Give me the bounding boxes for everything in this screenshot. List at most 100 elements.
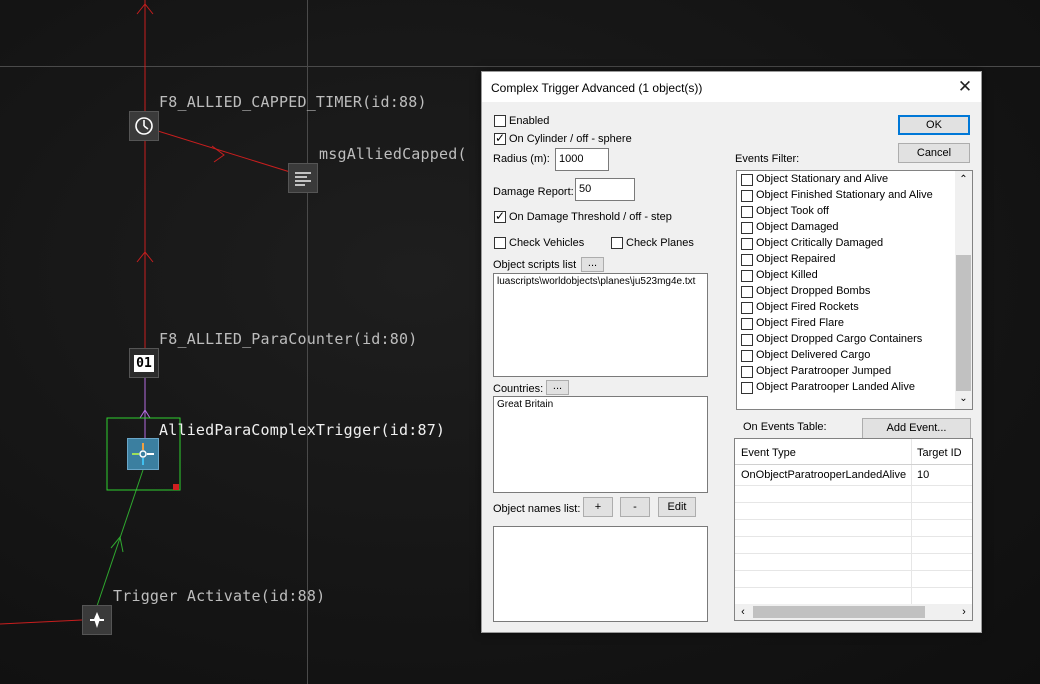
- event-filter-checkbox[interactable]: [741, 382, 753, 394]
- check-vehicles-label: Check Vehicles: [509, 237, 585, 249]
- node-label-counter: F8_ALLIED_ParaCounter(id:80): [159, 330, 418, 348]
- countries-list[interactable]: Great Britain: [493, 396, 708, 493]
- event-filter-label: Object Fired Rockets: [756, 301, 859, 313]
- event-filter-label: Object Critically Damaged: [756, 237, 884, 249]
- names-label: Object names list:: [493, 503, 581, 515]
- scripts-list[interactable]: luascripts\worldobjects\planes\ju523mg4e…: [493, 273, 708, 377]
- row-divider: [735, 502, 972, 503]
- dialog-titlebar[interactable]: Complex Trigger Advanced (1 object(s)) ✕: [482, 72, 981, 102]
- scripts-browse-button[interactable]: ...: [581, 257, 604, 272]
- scripts-label: Object scripts list: [493, 259, 577, 271]
- on-cylinder-checkbox[interactable]: [494, 131, 506, 145]
- node-label-trigger-activate: Trigger Activate(id:88): [113, 587, 326, 605]
- damage-threshold-label: On Damage Threshold / off - step: [509, 211, 672, 223]
- event-filter-checkbox[interactable]: [741, 254, 753, 266]
- event-filter-label: Object Paratrooper Landed Alive: [756, 381, 915, 393]
- events-filter-scrollbar[interactable]: ⌃ ⌄: [955, 171, 972, 409]
- damage-report-label: Damage Report:: [493, 186, 574, 198]
- on-cylinder-label: On Cylinder / off - sphere: [509, 133, 632, 145]
- scripts-list-item[interactable]: luascripts\worldobjects\planes\ju523mg4e…: [497, 276, 704, 287]
- scrollbar-thumb[interactable]: [956, 255, 971, 391]
- countries-list-item[interactable]: Great Britain: [497, 399, 704, 410]
- event-filter-label: Object Killed: [756, 269, 818, 281]
- link-timer-message: [144, 126, 304, 177]
- event-filter-label: Object Delivered Cargo: [756, 349, 871, 361]
- event-filter-label: Object Fired Flare: [756, 317, 845, 329]
- event-filter-checkbox[interactable]: [741, 318, 753, 330]
- trigger-activate-icon[interactable]: [82, 605, 112, 635]
- event-filter-label: Object Dropped Cargo Containers: [756, 333, 923, 345]
- row-divider: [735, 553, 972, 554]
- event-filter-checkbox[interactable]: [741, 238, 753, 250]
- event-filter-checkbox[interactable]: [741, 174, 753, 186]
- check-vehicles-checkbox[interactable]: [494, 237, 506, 249]
- complex-trigger-dialog: Complex Trigger Advanced (1 object(s)) ✕…: [481, 71, 982, 633]
- ok-button[interactable]: OK: [898, 115, 970, 135]
- event-filter-checkbox[interactable]: [741, 270, 753, 282]
- selection-handle: [173, 484, 179, 490]
- events-filter-list[interactable]: Object Stationary and Alive Object Finis…: [736, 170, 973, 410]
- counter-display: 01: [134, 354, 154, 372]
- event-filter-checkbox[interactable]: [741, 190, 753, 202]
- chevron-right-icon[interactable]: ›: [956, 604, 972, 620]
- add-event-button[interactable]: Add Event...: [862, 418, 971, 439]
- check-planes-checkbox[interactable]: [611, 237, 623, 249]
- message-icon[interactable]: [288, 163, 318, 193]
- event-filter-label: Object Stationary and Alive: [756, 173, 889, 185]
- event-filter-checkbox[interactable]: [741, 366, 753, 378]
- event-filter-label: Object Took off: [756, 205, 829, 217]
- countries-browse-button[interactable]: ...: [546, 380, 569, 395]
- node-label-complex-trigger: AlliedParaComplexTrigger(id:87): [159, 421, 446, 439]
- events-table-label: On Events Table:: [743, 421, 827, 433]
- check-planes-label: Check Planes: [626, 237, 694, 249]
- chevron-left-icon[interactable]: ‹: [735, 604, 751, 620]
- damage-report-input[interactable]: 50: [575, 178, 635, 201]
- events-table[interactable]: Event Type Target ID OnObjectParatrooper…: [734, 438, 973, 621]
- event-filter-checkbox[interactable]: [741, 350, 753, 362]
- event-filter-label: Object Repaired: [756, 253, 836, 265]
- event-filter-checkbox[interactable]: [741, 302, 753, 314]
- chevron-down-icon[interactable]: ⌄: [955, 392, 972, 409]
- row-divider: [735, 587, 972, 588]
- event-filter-label: Object Finished Stationary and Alive: [756, 189, 933, 201]
- row-divider: [735, 570, 972, 571]
- radius-input[interactable]: 1000: [555, 148, 609, 171]
- event-filter-label: Object Dropped Bombs: [756, 285, 871, 297]
- event-filter-checkbox[interactable]: [741, 334, 753, 346]
- complex-trigger-icon[interactable]: [127, 438, 159, 470]
- cancel-button[interactable]: Cancel: [898, 143, 970, 163]
- edit-names-button[interactable]: Edit: [658, 497, 696, 517]
- row-divider: [735, 485, 972, 486]
- enabled-checkbox[interactable]: [494, 115, 506, 127]
- enabled-label: Enabled: [509, 115, 550, 127]
- table-row-event-type[interactable]: OnObjectParatrooperLandedAlive: [741, 469, 906, 481]
- event-filter-checkbox[interactable]: [741, 222, 753, 234]
- remove-name-button[interactable]: -: [620, 497, 650, 517]
- chevron-up-icon[interactable]: ⌃: [955, 171, 972, 188]
- table-header-event-type[interactable]: Event Type: [741, 447, 796, 459]
- event-filter-checkbox[interactable]: [741, 206, 753, 218]
- scrollbar-thumb[interactable]: [753, 606, 925, 618]
- event-filter-label: Object Damaged: [756, 221, 839, 233]
- node-label-timer: F8_ALLIED_CAPPED_TIMER(id:88): [159, 93, 427, 111]
- table-row-target-id[interactable]: 10: [917, 469, 929, 481]
- damage-threshold-checkbox[interactable]: [494, 209, 506, 223]
- events-table-scrollbar[interactable]: ‹ ›: [735, 604, 972, 620]
- close-icon[interactable]: ✕: [949, 72, 981, 102]
- row-divider: [735, 536, 972, 537]
- add-name-button[interactable]: +: [583, 497, 613, 517]
- event-filter-label: Object Paratrooper Jumped: [756, 365, 892, 377]
- counter-icon[interactable]: 01: [129, 348, 159, 378]
- clock-icon[interactable]: [129, 111, 159, 141]
- countries-label: Countries:: [493, 383, 544, 395]
- row-divider: [735, 464, 972, 465]
- names-list[interactable]: [493, 526, 708, 622]
- events-filter-label: Events Filter:: [735, 153, 800, 165]
- link-trigger-left: [0, 619, 83, 625]
- row-divider: [735, 519, 972, 520]
- link-arrow-green: [110, 535, 124, 553]
- node-label-message: msgAlliedCapped(: [319, 145, 467, 163]
- event-filter-checkbox[interactable]: [741, 286, 753, 298]
- dialog-title: Complex Trigger Advanced (1 object(s)): [491, 81, 703, 95]
- table-header-target-id[interactable]: Target ID: [917, 447, 962, 459]
